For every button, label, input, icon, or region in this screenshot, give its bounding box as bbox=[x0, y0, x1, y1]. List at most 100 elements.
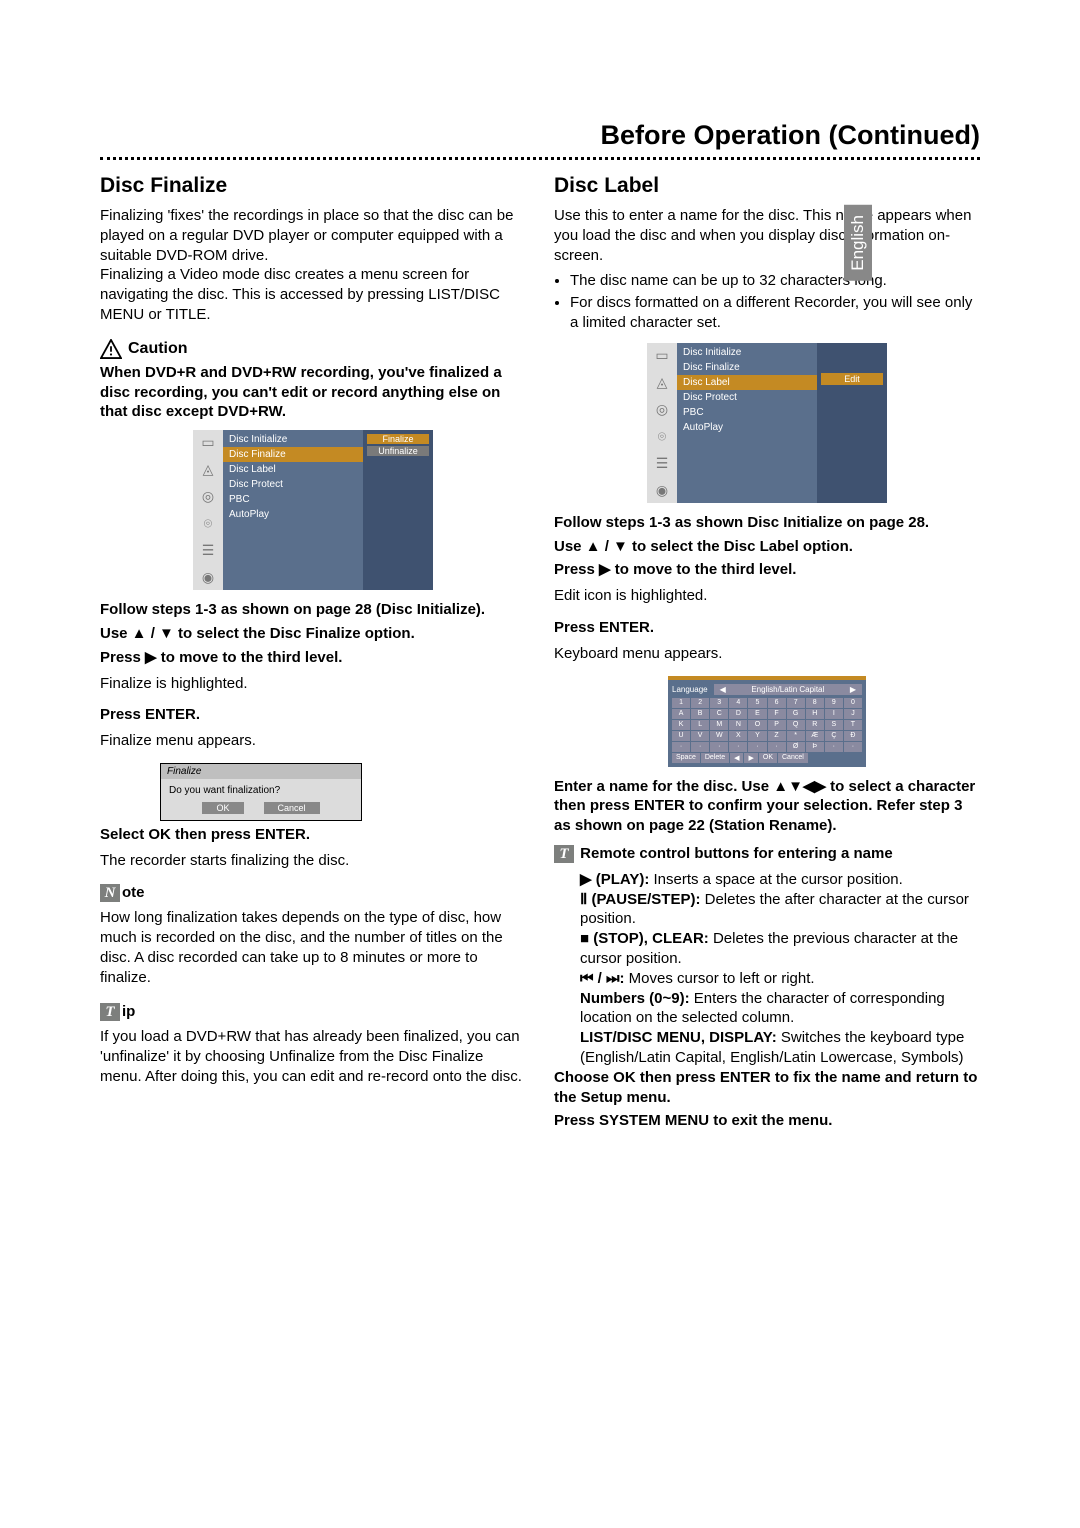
keyboard-key: Y bbox=[748, 731, 766, 741]
osd-item: PBC bbox=[223, 492, 363, 507]
rc-item: Ⅱ (PAUSE/STEP): Deletes the after charac… bbox=[580, 890, 980, 930]
keyboard-menu: Language ◀ English/Latin Capital ▶ 12345… bbox=[668, 676, 866, 767]
keyboard-key: H bbox=[806, 709, 824, 719]
disc-icon: ◎ bbox=[656, 401, 668, 418]
keyboard-key: 7 bbox=[787, 698, 805, 708]
keyboard-key: Æ bbox=[806, 731, 824, 741]
rc-item: LIST/DISC MENU, DISPLAY: Switches the ke… bbox=[580, 1028, 980, 1068]
osd-right-button: Edit bbox=[821, 373, 883, 385]
osd-item: Disc Label bbox=[223, 462, 363, 477]
keyboard-key: U bbox=[672, 731, 690, 741]
dialog-message: Do you want finalization? bbox=[161, 779, 361, 798]
keyboard-lang-value: ◀ English/Latin Capital ▶ bbox=[714, 684, 862, 695]
antenna-icon: ◬ bbox=[203, 461, 214, 478]
left-column: Disc Finalize Finalizing 'fixes' the rec… bbox=[100, 174, 526, 1135]
caution-label: Caution bbox=[128, 340, 188, 358]
step-5: Enter a name for the disc. Use ▲▼◀▶ to s… bbox=[554, 777, 980, 836]
section-title-label: Disc Label bbox=[554, 174, 980, 198]
intro-finalize: Finalizing 'fixes' the recordings in pla… bbox=[100, 206, 526, 325]
rc-item: ■ (STOP), CLEAR: Deletes the previous ch… bbox=[580, 929, 980, 969]
caution-icon bbox=[100, 339, 122, 359]
list-icon: ☰ bbox=[202, 542, 215, 559]
keyboard-key: 1 bbox=[672, 698, 690, 708]
keyboard-key: 3 bbox=[710, 698, 728, 708]
rc-item: ⏮ / ⏭: Moves cursor to left or right. bbox=[580, 969, 980, 989]
tv-icon: ▭ bbox=[201, 434, 214, 451]
keyboard-key: Þ bbox=[806, 742, 824, 752]
dialog-ok-button[interactable]: OK bbox=[202, 802, 243, 814]
keyboard-key: 9 bbox=[825, 698, 843, 708]
tip-label: Remote control buttons for entering a na… bbox=[580, 845, 893, 862]
keyboard-key: V bbox=[691, 731, 709, 741]
cd-icon: ◉ bbox=[656, 482, 668, 499]
osd-right-panel: Finalize Unfinalize bbox=[363, 430, 433, 590]
step-4-head: Press ENTER. bbox=[100, 705, 526, 725]
osd-menu-label: ▭ ◬ ◎ ⌾ ☰ ◉ Disc Initialize Disc Finaliz… bbox=[647, 343, 887, 503]
tip-body: If you load a DVD+RW that has already be… bbox=[100, 1027, 526, 1086]
step-2: Use ▲ / ▼ to select the Disc Finalize op… bbox=[100, 624, 526, 644]
keyboard-key: Ç bbox=[825, 731, 843, 741]
keyboard-key: J bbox=[844, 709, 862, 719]
keyboard-key: E bbox=[748, 709, 766, 719]
finalize-dialog: Finalize Do you want finalization? OK Ca… bbox=[160, 763, 362, 821]
step-7: Press SYSTEM MENU to exit the menu. bbox=[554, 1111, 980, 1131]
keyboard-bottom-key: Space bbox=[672, 753, 700, 763]
keyboard-key: · bbox=[710, 742, 728, 752]
tip-icon: T bbox=[554, 845, 574, 863]
tip-icon: T bbox=[100, 1003, 120, 1021]
keyboard-key: · bbox=[672, 742, 690, 752]
keyboard-key: 4 bbox=[729, 698, 747, 708]
keyboard-key: · bbox=[825, 742, 843, 752]
tip-label: ip bbox=[122, 1003, 135, 1020]
keyboard-key: B bbox=[691, 709, 709, 719]
keyboard-key: 5 bbox=[748, 698, 766, 708]
rc-item: Numbers (0~9): Enters the character of c… bbox=[580, 989, 980, 1029]
keyboard-lang-label: Language bbox=[672, 685, 708, 694]
keyboard-key: F bbox=[768, 709, 786, 719]
osd-icon-column: ▭ ◬ ◎ ⌾ ☰ ◉ bbox=[647, 343, 677, 503]
dialog-cancel-button[interactable]: Cancel bbox=[264, 802, 320, 814]
keyboard-key: Ø bbox=[787, 742, 805, 752]
osd-item-list: Disc Initialize Disc Finalize Disc Label… bbox=[677, 343, 817, 503]
keyboard-bottom-key: Cancel bbox=[778, 753, 808, 763]
keyboard-bottom-key: Delete bbox=[701, 753, 729, 763]
osd-right-button: Unfinalize bbox=[367, 446, 429, 456]
keyboard-bottom-key: ▶ bbox=[744, 753, 757, 763]
keyboard-key: O bbox=[748, 720, 766, 730]
osd-right-button: Finalize bbox=[367, 434, 429, 444]
bullet-item: The disc name can be up to 32 characters… bbox=[570, 271, 980, 291]
bullet-item: For discs formatted on a different Recor… bbox=[570, 293, 980, 333]
keyboard-key: L bbox=[691, 720, 709, 730]
keyboard-key: 6 bbox=[768, 698, 786, 708]
step-3-head: Press ▶ to move to the third level. bbox=[100, 648, 526, 668]
osd-item: Disc Finalize bbox=[677, 360, 817, 375]
caution-text: When DVD+R and DVD+RW recording, you've … bbox=[100, 363, 526, 422]
note-label: ote bbox=[122, 884, 145, 901]
lock-icon: ⌾ bbox=[658, 428, 666, 445]
step-3-body: Edit icon is highlighted. bbox=[554, 586, 980, 606]
keyboard-key: · bbox=[691, 742, 709, 752]
lock-icon: ⌾ bbox=[204, 515, 212, 532]
step-6: Choose OK then press ENTER to fix the na… bbox=[554, 1068, 980, 1108]
disc-icon: ◎ bbox=[202, 488, 214, 505]
step-1: Follow steps 1-3 as shown on page 28 (Di… bbox=[100, 600, 526, 620]
keyboard-key: Ð bbox=[844, 731, 862, 741]
tv-icon: ▭ bbox=[655, 347, 668, 364]
right-arrow-icon: ▶ bbox=[850, 685, 856, 694]
osd-item-selected: Disc Finalize bbox=[223, 447, 363, 462]
keyboard-key: P bbox=[768, 720, 786, 730]
dialog-title: Finalize bbox=[161, 764, 361, 779]
osd-item: AutoPlay bbox=[677, 420, 817, 435]
osd-item: Disc Protect bbox=[677, 390, 817, 405]
section-title-finalize: Disc Finalize bbox=[100, 174, 526, 198]
keyboard-key: 2 bbox=[691, 698, 709, 708]
keyboard-key: · bbox=[729, 742, 747, 752]
keyboard-key: N bbox=[729, 720, 747, 730]
keyboard-key: X bbox=[729, 731, 747, 741]
antenna-icon: ◬ bbox=[657, 374, 668, 391]
step-3-head: Press ▶ to move to the third level. bbox=[554, 560, 980, 580]
step-3-body: Finalize is highlighted. bbox=[100, 674, 526, 694]
note-icon: N bbox=[100, 884, 120, 902]
keyboard-key: 0 bbox=[844, 698, 862, 708]
keyboard-key: K bbox=[672, 720, 690, 730]
